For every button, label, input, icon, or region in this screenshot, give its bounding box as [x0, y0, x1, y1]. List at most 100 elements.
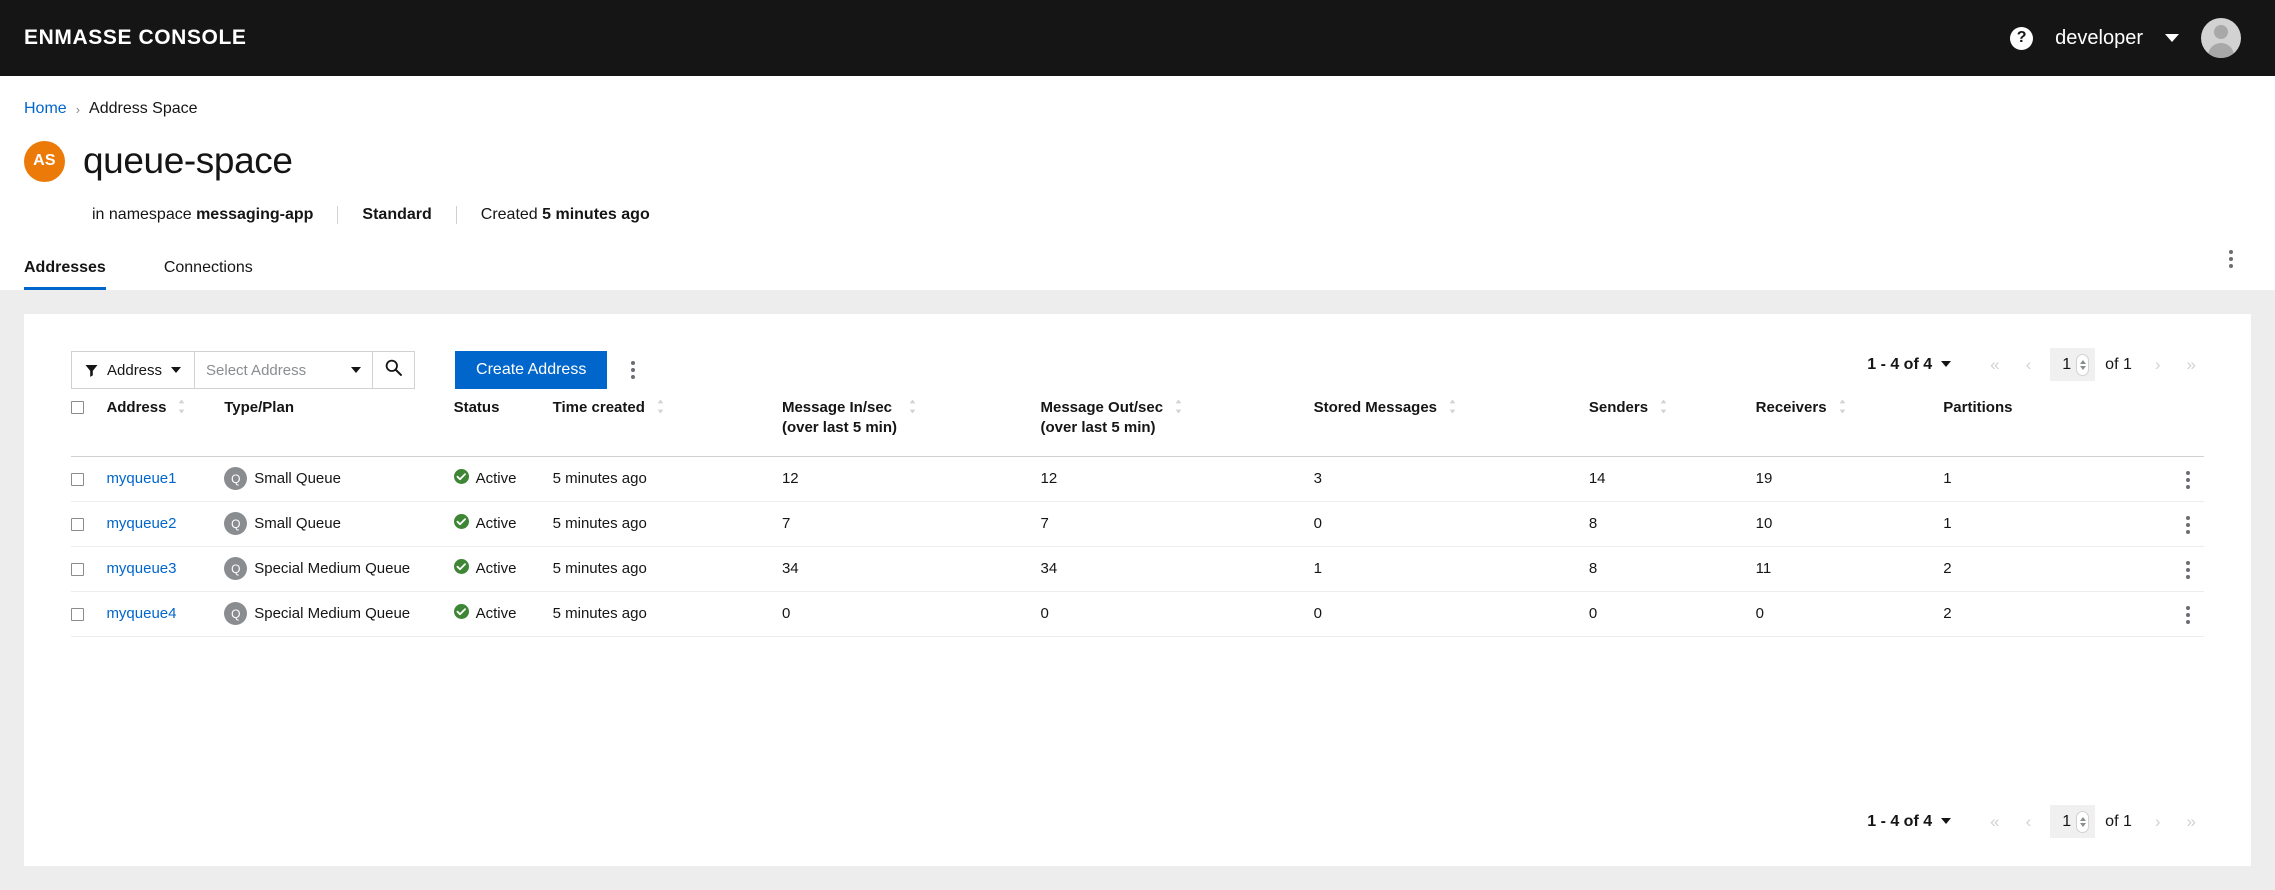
th-message-out[interactable]: Message Out/sec (over last 5 min)	[1040, 398, 1314, 457]
th-receivers-label: Receivers	[1755, 399, 1827, 416]
queue-badge-icon: Q	[224, 512, 248, 536]
chevron-down-icon[interactable]	[2165, 34, 2179, 42]
pagination-count-text-bottom: 1 - 4 of 4	[1867, 812, 1933, 830]
cell-partitions: 1	[1943, 501, 2142, 547]
pagination-count-top[interactable]: 1 - 4 of 4	[1867, 356, 1952, 374]
table-header: Address Type/Plan Status Time created Me…	[71, 398, 2204, 457]
table-body: myqueue1 Q Small Queue Active 5 minutes a…	[71, 456, 2204, 637]
th-select-all	[71, 398, 107, 457]
page-header-kebab-button[interactable]	[2219, 241, 2243, 274]
search-icon	[385, 359, 402, 381]
th-partitions: Partitions	[1943, 398, 2142, 457]
th-message-in[interactable]: Message In/sec (over last 5 min)	[781, 398, 1041, 457]
cell-stored-messages: 0	[1313, 591, 1589, 637]
pagination-prev-button-top[interactable]: ‹	[2013, 350, 2045, 380]
filter-type-label: Address	[107, 361, 163, 379]
cell-type-plan: Q Special Medium Queue	[224, 546, 454, 592]
row-kebab-menu-icon[interactable]	[2176, 555, 2200, 585]
filter-funnel-icon	[85, 364, 98, 377]
address-link[interactable]: myqueue3	[106, 560, 176, 577]
address-space-metadata: in namespace messaging-app Standard Crea…	[92, 206, 2251, 224]
sort-icon[interactable]	[1174, 399, 1183, 418]
row-kebab-menu-icon[interactable]	[2176, 465, 2200, 495]
th-status-label: Status	[453, 399, 500, 416]
th-message-out-sublabel: (over last 5 min)	[1040, 418, 1156, 436]
caret-down-icon[interactable]	[1941, 361, 1952, 368]
pagination-next-button-top[interactable]: ›	[2142, 350, 2174, 380]
cell-receivers: 19	[1755, 456, 1944, 502]
th-stored-messages[interactable]: Stored Messages	[1313, 398, 1589, 457]
cell-address: myqueue3	[106, 546, 225, 592]
th-address[interactable]: Address	[106, 398, 225, 457]
username-label[interactable]: developer	[2055, 27, 2143, 50]
addresses-table: Address Type/Plan Status Time created Me…	[71, 398, 2204, 637]
cell-partitions: 2	[1943, 546, 2142, 592]
sort-icon[interactable]	[1838, 399, 1847, 418]
sort-icon[interactable]	[1448, 399, 1457, 418]
address-link[interactable]: myqueue2	[106, 515, 176, 532]
pagination-nav-bottom: « ‹ 1 of 1 › »	[1977, 805, 2209, 838]
check-circle-icon	[453, 559, 469, 578]
sort-icon[interactable]	[177, 399, 186, 418]
th-row-actions	[2141, 398, 2204, 457]
sort-icon[interactable]	[1659, 399, 1668, 418]
cell-time-created: 5 minutes ago	[552, 456, 782, 502]
pagination-page-input-bottom[interactable]: 1	[2050, 805, 2096, 838]
create-address-button[interactable]: Create Address	[455, 351, 608, 389]
check-circle-icon	[453, 469, 469, 488]
row-kebab-menu-icon[interactable]	[2176, 600, 2200, 630]
row-checkbox[interactable]	[71, 607, 84, 621]
cell-senders: 8	[1588, 501, 1756, 547]
pagination-first-button-top[interactable]: «	[1977, 350, 2012, 380]
pagination-page-input-top[interactable]: 1	[2050, 348, 2096, 381]
row-checkbox[interactable]	[71, 517, 84, 531]
tab-connections[interactable]: Connections	[140, 251, 277, 290]
user-avatar[interactable]	[2201, 18, 2241, 58]
caret-down-icon[interactable]	[1941, 818, 1952, 825]
cell-checkbox	[71, 456, 107, 502]
pagination-last-button-top[interactable]: »	[2174, 350, 2209, 380]
cell-type-plan: Q Special Medium Queue	[224, 591, 454, 637]
pagination-of-label-top: of 1	[2105, 355, 2132, 373]
filter-type-dropdown[interactable]: Address	[71, 351, 196, 389]
row-checkbox[interactable]	[71, 562, 84, 576]
meta-namespace-value: messaging-app	[196, 206, 314, 223]
th-receivers[interactable]: Receivers	[1755, 398, 1944, 457]
meta-type: Standard	[337, 206, 455, 224]
address-link[interactable]: myqueue4	[106, 605, 176, 622]
masthead-actions: ? developer	[2010, 18, 2251, 58]
cell-status: Active	[453, 501, 553, 547]
kebab-menu-icon[interactable]	[2219, 244, 2243, 274]
search-button[interactable]	[373, 351, 416, 389]
pagination-first-button-bottom[interactable]: «	[1977, 807, 2012, 837]
pagination-count-bottom[interactable]: 1 - 4 of 4	[1867, 812, 1952, 831]
pagination-last-button-bottom[interactable]: »	[2174, 807, 2209, 837]
th-senders[interactable]: Senders	[1588, 398, 1756, 457]
toolbar-kebab-menu-icon[interactable]	[621, 355, 645, 385]
th-partitions-label: Partitions	[1943, 399, 2013, 416]
tab-bar: Addresses Connections	[24, 251, 2251, 290]
pagination-next-button-bottom[interactable]: ›	[2142, 807, 2174, 837]
row-checkbox[interactable]	[71, 472, 84, 486]
tab-addresses[interactable]: Addresses	[24, 251, 140, 290]
pagination-stepper-top[interactable]	[2076, 353, 2090, 376]
th-message-in-label: Message In/sec	[781, 399, 893, 416]
caret-down-icon[interactable]	[351, 367, 362, 373]
breadcrumb-link-home[interactable]: Home	[24, 100, 67, 118]
sort-icon[interactable]	[656, 399, 665, 418]
pagination-stepper-bottom[interactable]	[2076, 810, 2090, 833]
help-circle-icon[interactable]: ?	[2010, 26, 2034, 50]
queue-badge-icon: Q	[224, 557, 248, 581]
status-text: Active	[475, 605, 517, 623]
row-kebab-menu-icon[interactable]	[2176, 510, 2200, 540]
select-all-checkbox[interactable]	[71, 400, 84, 414]
sort-icon[interactable]	[908, 399, 917, 418]
cell-message-in: 34	[781, 546, 1041, 592]
th-time-created[interactable]: Time created	[552, 398, 782, 457]
address-typeahead-input[interactable]: Select Address	[195, 351, 374, 389]
cell-senders: 0	[1588, 591, 1756, 637]
title-row: AS queue-space	[24, 140, 2251, 182]
pagination-prev-button-bottom[interactable]: ‹	[2013, 807, 2045, 837]
cell-type-plan: Q Small Queue	[224, 456, 454, 502]
address-link[interactable]: myqueue1	[106, 470, 176, 487]
